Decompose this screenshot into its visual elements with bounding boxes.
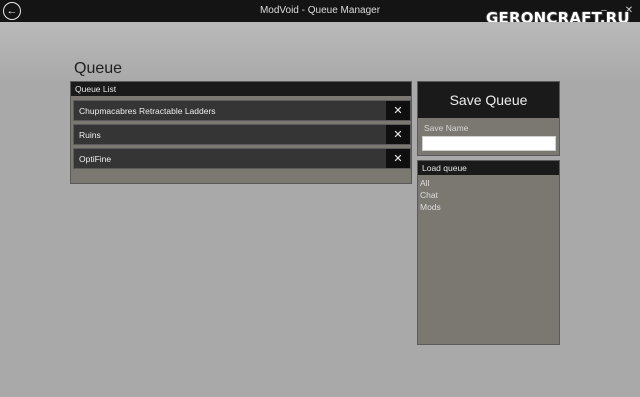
save-queue-panel: Save Queue Save Name: [417, 81, 560, 156]
queue-list-panel: Queue List Chupmacabres Retractable Ladd…: [70, 81, 412, 184]
save-name-input[interactable]: [422, 136, 556, 151]
save-queue-button[interactable]: Save Queue: [418, 82, 559, 118]
queue-item-label: Ruins: [79, 130, 101, 140]
queue-list-header: Queue List: [71, 82, 411, 96]
remove-icon[interactable]: ✕: [386, 125, 410, 144]
load-queue-panel: Load queue All Chat Mods: [417, 160, 560, 345]
queue-item-label: OptiFine: [79, 154, 112, 164]
load-queue-item[interactable]: Mods: [420, 202, 441, 212]
queue-item-label: Chupmacabres Retractable Ladders: [79, 106, 216, 116]
load-queue-item[interactable]: All: [420, 178, 429, 188]
queue-item[interactable]: Ruins ✕: [73, 124, 411, 145]
save-name-label: Save Name: [424, 123, 469, 133]
load-queue-header: Load queue: [418, 161, 559, 175]
page-title: Queue: [74, 60, 123, 77]
load-queue-item[interactable]: Chat: [420, 190, 438, 200]
queue-item[interactable]: Chupmacabres Retractable Ladders ✕: [73, 100, 411, 121]
queue-item[interactable]: OptiFine ✕: [73, 148, 411, 169]
remove-icon[interactable]: ✕: [386, 149, 410, 168]
remove-icon[interactable]: ✕: [386, 101, 410, 120]
